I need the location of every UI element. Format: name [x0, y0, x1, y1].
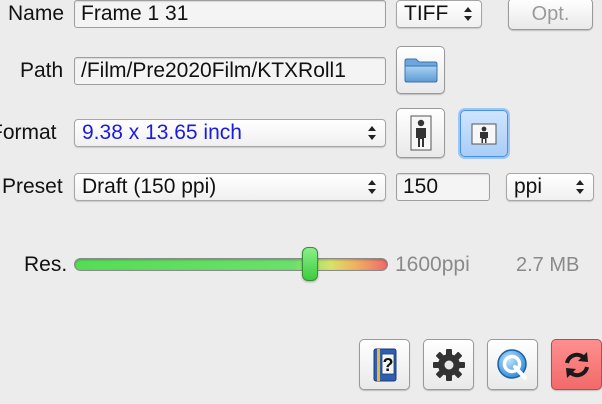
file-format-value: TIFF [404, 2, 449, 25]
resolution-field[interactable]: 150 [396, 173, 490, 201]
res-label: Res. [24, 253, 68, 276]
resolution-unit-value: ppi [514, 175, 543, 198]
quicktime-icon [496, 348, 527, 380]
popup-arrows-icon [464, 7, 472, 21]
popup-arrows-icon [576, 180, 584, 194]
options-button[interactable]: Opt. [508, 0, 593, 30]
popup-arrows-icon [368, 126, 376, 140]
folder-icon [404, 58, 437, 83]
resolution-slider-track[interactable] [74, 258, 388, 271]
gear-icon [432, 348, 465, 381]
format-label: Format [0, 121, 57, 144]
format-popup[interactable]: 9.38 x 13.65 inch [74, 119, 386, 147]
help-book-icon: ? [373, 348, 396, 381]
preset-label: Preset [2, 175, 63, 198]
preset-value: Draft (150 ppi) [82, 175, 217, 198]
resolution-slider-knob[interactable] [301, 247, 318, 281]
popup-arrows-icon [368, 180, 376, 194]
help-button[interactable]: ? [359, 339, 410, 390]
options-button-label: Opt. [531, 2, 570, 25]
quicktime-button[interactable] [487, 339, 538, 390]
reset-button[interactable] [551, 339, 602, 390]
svg-text:?: ? [382, 355, 393, 375]
reset-icon [564, 351, 589, 378]
path-label: Path [20, 59, 64, 82]
name-label: Name [8, 2, 65, 25]
path-field[interactable]: /Film/Pre2020Film/KTXRoll1 [74, 57, 386, 85]
portrait-orientation-button[interactable] [396, 108, 445, 158]
choose-folder-button[interactable] [396, 46, 445, 94]
preset-popup[interactable]: Draft (150 ppi) [74, 173, 386, 201]
resolution-readout: 1600ppi [395, 253, 470, 276]
name-field[interactable]: Frame 1 31 [74, 0, 386, 28]
landscape-orientation-icon [471, 123, 497, 144]
landscape-orientation-button[interactable] [460, 110, 508, 157]
resolution-unit-popup[interactable]: ppi [506, 173, 594, 201]
file-format-popup[interactable]: TIFF [396, 0, 482, 28]
format-value: 9.38 x 13.65 inch [82, 121, 242, 144]
settings-button[interactable] [423, 339, 474, 390]
portrait-orientation-icon [410, 115, 431, 151]
file-size-readout: 2.7 MB [516, 254, 580, 276]
